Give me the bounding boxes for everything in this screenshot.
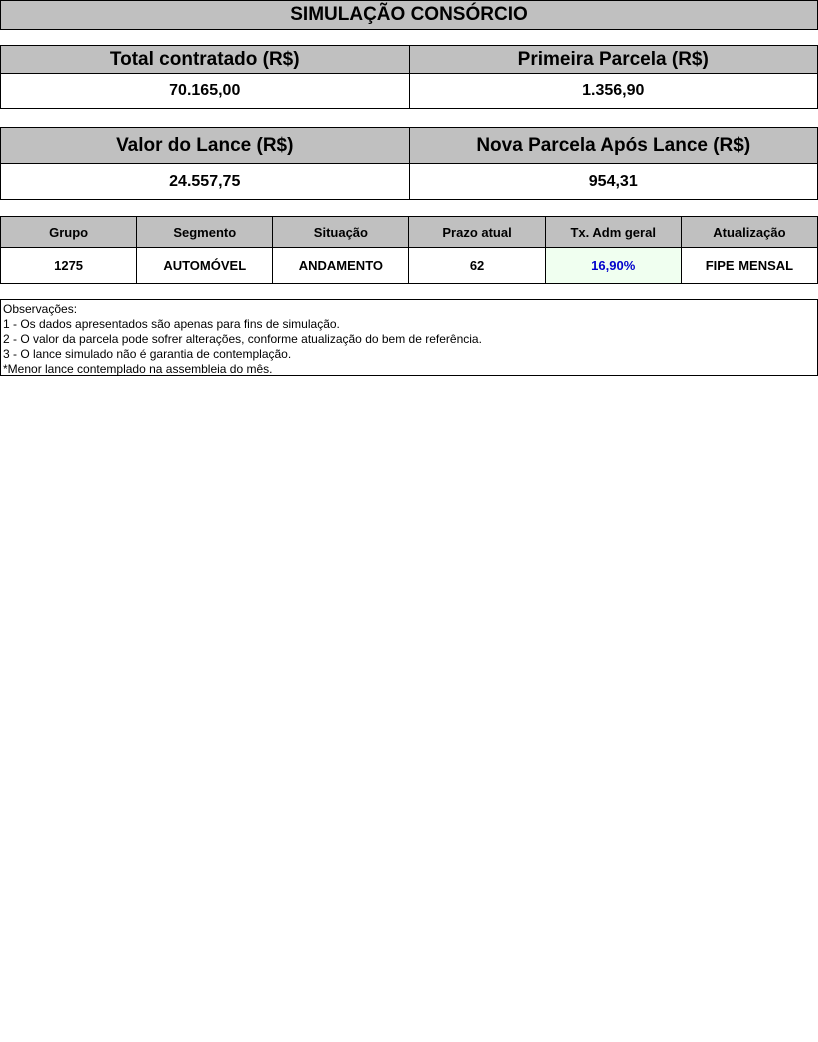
value-grupo: 1275: [0, 247, 138, 284]
value-situacao: ANDAMENTO: [272, 247, 410, 284]
primeira-parcela-label: Primeira Parcela (R$): [408, 45, 818, 74]
observation-line: *Menor lance contemplado na assembleia d…: [3, 362, 273, 376]
summary-block: Total contratado (R$) Primeira Parcela (…: [0, 45, 818, 109]
lance-table: Valor do Lance (R$) Nova Parcela Após La…: [0, 127, 818, 200]
header-atualizacao: Atualização: [680, 216, 818, 248]
info-value-row: 1275 AUTOMÓVEL ANDAMENTO 62 16,90% FIPE …: [0, 247, 818, 284]
valor-lance-value: 24.557,75: [0, 163, 410, 200]
lance-block: Valor do Lance (R$) Nova Parcela Após La…: [0, 127, 818, 200]
header-segmento: Segmento: [136, 216, 274, 248]
observation-line: 1 - Os dados apresentados são apenas par…: [3, 317, 340, 331]
info-table: Grupo Segmento Situação Prazo atual Tx. …: [0, 216, 818, 284]
nova-parcela-label: Nova Parcela Após Lance (R$): [408, 127, 818, 164]
total-contratado-label: Total contratado (R$): [0, 45, 410, 74]
observation-line: 3 - O lance simulado não é garantia de c…: [3, 347, 292, 361]
observations-box: Observações: 1 - Os dados apresentados s…: [0, 299, 818, 376]
header-prazo-atual: Prazo atual: [408, 216, 546, 248]
value-segmento: AUTOMÓVEL: [136, 247, 274, 284]
page-title: SIMULAÇÃO CONSÓRCIO: [0, 0, 818, 30]
total-contratado-value: 70.165,00: [0, 73, 410, 109]
header-tx-adm: Tx. Adm geral: [544, 216, 682, 248]
value-prazo-atual: 62: [408, 247, 546, 284]
info-block: Grupo Segmento Situação Prazo atual Tx. …: [0, 216, 818, 284]
primeira-parcela-value: 1.356,90: [408, 73, 818, 109]
header-grupo: Grupo: [0, 216, 138, 248]
observation-line: 2 - O valor da parcela pode sofrer alter…: [3, 332, 482, 346]
header-situacao: Situação: [272, 216, 410, 248]
observations-block: Observações: 1 - Os dados apresentados s…: [0, 299, 818, 376]
value-tx-adm: 16,90%: [544, 247, 682, 284]
summary-table: Total contratado (R$) Primeira Parcela (…: [0, 45, 818, 109]
valor-lance-label: Valor do Lance (R$): [0, 127, 410, 164]
nova-parcela-value: 954,31: [408, 163, 818, 200]
title-block: SIMULAÇÃO CONSÓRCIO: [0, 0, 818, 30]
value-atualizacao: FIPE MENSAL: [680, 247, 818, 284]
info-header-row: Grupo Segmento Situação Prazo atual Tx. …: [0, 216, 818, 248]
title-table: SIMULAÇÃO CONSÓRCIO: [0, 0, 818, 30]
observations-heading: Observações:: [3, 302, 78, 316]
